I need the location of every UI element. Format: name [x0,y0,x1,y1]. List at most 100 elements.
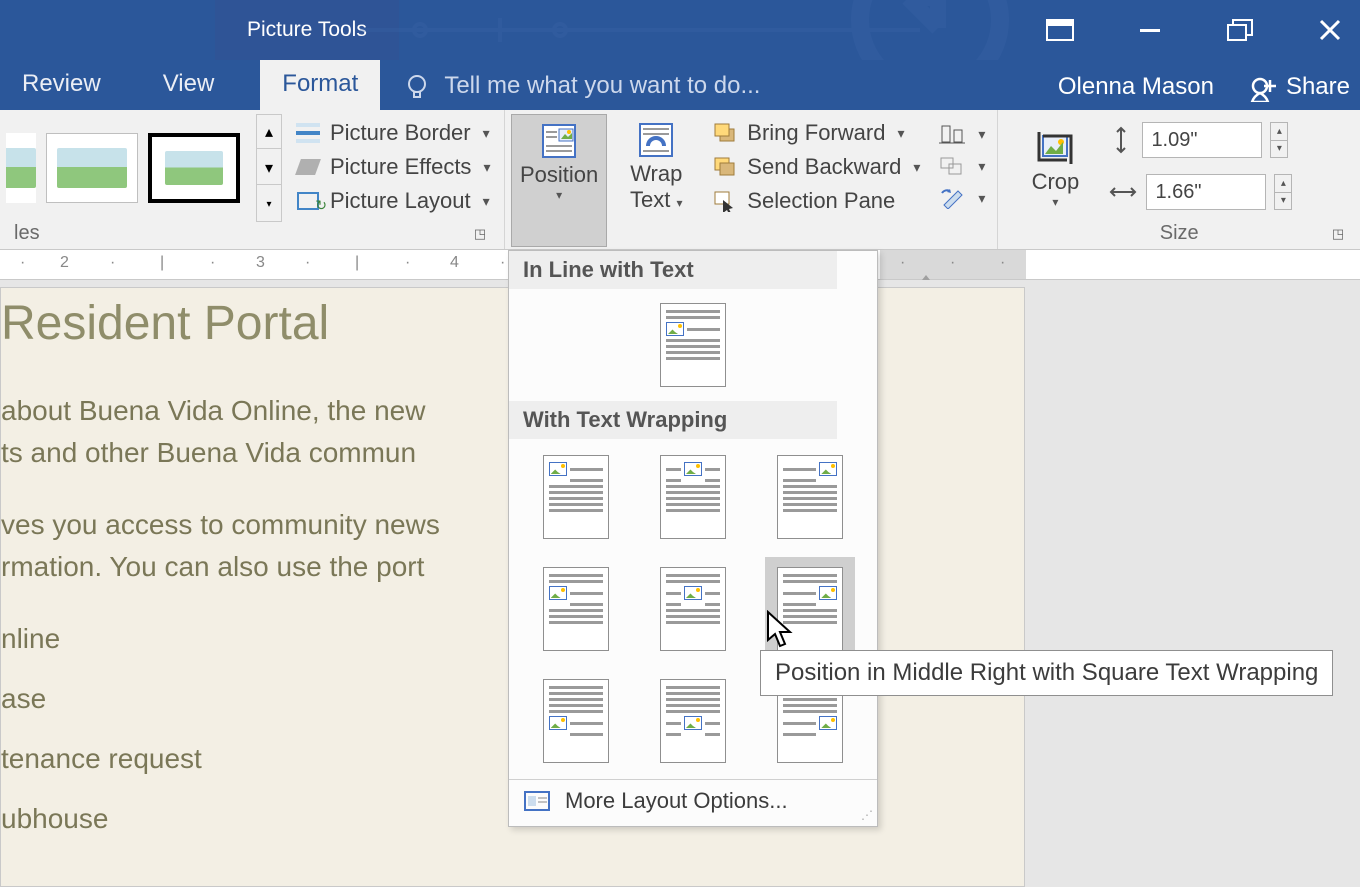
window-controls [1040,10,1350,50]
ruler-tick: 4 [450,254,459,272]
picture-effects-label: Picture Effects [330,154,471,180]
position-section-wrapping: With Text Wrapping [509,401,837,439]
position-section-inline: In Line with Text [509,251,837,289]
ruler-tick: · [405,254,410,272]
share-label: Share [1286,73,1350,101]
spin-down-icon[interactable]: ▾ [1271,141,1287,158]
picture-layout-button[interactable]: Picture Layout [290,186,494,216]
gallery-scroll-down-icon[interactable]: ▾ [257,151,281,185]
wrap-text-button[interactable]: Wrap Text ▾ [613,114,699,247]
height-icon [1108,125,1134,155]
align-button[interactable] [934,120,989,148]
position-icon [539,121,579,161]
position-button[interactable]: Position ▾ [511,114,607,247]
picture-style-option-selected[interactable] [148,133,240,203]
picture-effects-button[interactable]: Picture Effects [290,152,494,182]
ribbon-tabs: Review View Format Tell me what you want… [0,60,1360,110]
spin-up-icon[interactable]: ▴ [1271,123,1287,141]
tab-review[interactable]: Review [0,60,123,110]
position-inline-option[interactable] [660,303,726,387]
picture-border-icon [294,121,322,145]
spin-up-icon[interactable]: ▴ [1275,175,1291,193]
ruler-tick: · [500,254,505,272]
dialog-launcher-icon[interactable]: ◳ [1328,224,1348,244]
position-dropdown: In Line with Text With Text Wrapping [508,250,878,827]
width-spinner[interactable]: ▴▾ [1274,174,1292,210]
more-layout-options[interactable]: More Layout Options... ⋰ [509,779,877,826]
group-label-row: les ◳ [6,222,498,247]
gallery-expand-icon[interactable]: ▾ [257,187,281,221]
ruler-tick: | [160,254,164,272]
height-row: ▴▾ [1108,122,1292,158]
share-button[interactable]: Share [1248,72,1350,102]
ruler-tick: · [900,254,905,272]
send-backward-button[interactable]: Send Backward [707,152,924,182]
more-layout-label: More Layout Options... [565,788,788,814]
group-label-row: Size ◳ [1004,222,1354,247]
spin-down-icon[interactable]: ▾ [1275,193,1291,210]
group-label-styles: les [14,222,40,245]
picture-adjust-commands: Picture Border Picture Effects Picture L… [288,114,496,222]
ruler-tick: · [110,254,115,272]
wrap-text-label2: Text [630,187,670,212]
doc-text: about Buena Vida Online, the new [1,395,425,426]
selection-pane-button[interactable]: Selection Pane [707,186,924,216]
crop-label: Crop [1032,170,1080,194]
ribbon-display-options-icon[interactable] [1040,10,1080,50]
position-middle-right[interactable] [777,567,843,651]
position-label: Position [520,163,598,187]
wrap-text-icon [636,120,676,160]
ribbon: ▴ ▾ ▾ Picture Border Picture Effects Pic… [0,110,1360,250]
send-backward-label: Send Backward [747,154,901,180]
resize-grip-icon[interactable]: ⋰ [861,808,873,822]
group-icon [938,154,966,178]
picture-style-option[interactable] [46,133,138,203]
picture-border-label: Picture Border [330,120,471,146]
more-layout-icon [523,790,551,812]
position-bottom-center[interactable] [660,679,726,763]
group-size: Crop ▾ ▴▾ ▴▾ Size ◳ [998,110,1360,249]
picture-style-option[interactable] [6,133,36,203]
ruler-tick: | [355,254,359,272]
minimize-icon[interactable] [1130,10,1170,50]
position-top-left[interactable] [543,455,609,539]
arrange-commands: Bring Forward Send Backward Selection Pa… [705,114,926,247]
position-top-center[interactable] [660,455,726,539]
gallery-scroll-up-icon[interactable]: ▴ [257,115,281,149]
picture-layout-icon [294,189,322,213]
align-icon [938,122,966,146]
position-bottom-left[interactable] [543,679,609,763]
bring-forward-button[interactable]: Bring Forward [707,118,924,148]
ruler-tick: · [305,254,310,272]
restore-icon[interactable] [1220,10,1260,50]
picture-styles-gallery[interactable]: ▴ ▾ ▾ [6,114,282,222]
picture-border-button[interactable]: Picture Border [290,118,494,148]
account-area: Olenna Mason Share [1058,72,1350,102]
width-input[interactable] [1146,174,1266,210]
arrange-extra [932,114,991,247]
crop-icon [1035,128,1075,168]
crop-button[interactable]: Crop ▾ [1012,122,1098,211]
position-middle-left[interactable] [543,567,609,651]
width-row: ▴▾ [1108,174,1292,210]
share-icon [1248,72,1278,102]
tab-format[interactable]: Format [260,60,380,110]
dialog-launcher-icon[interactable]: ◳ [470,224,490,244]
ruler-tick: · [950,254,955,272]
rotate-button[interactable] [934,184,989,212]
gallery-scroll[interactable]: ▴ ▾ ▾ [256,114,282,222]
group-button[interactable] [934,152,989,180]
tell-me-search[interactable]: Tell me what you want to do... [404,72,760,110]
ruler-tick: 3 [256,254,265,272]
user-name[interactable]: Olenna Mason [1058,73,1214,101]
position-wrapping-grid [509,439,877,779]
size-inputs: ▴▾ ▴▾ [1108,122,1292,210]
position-top-right[interactable] [777,455,843,539]
position-middle-center[interactable] [660,567,726,651]
height-spinner[interactable]: ▴▾ [1270,122,1288,158]
rotate-icon [938,186,966,210]
close-icon[interactable] [1310,10,1350,50]
height-input[interactable] [1142,122,1262,158]
ruler-tick: · [1000,254,1005,272]
tab-view[interactable]: View [141,60,237,110]
